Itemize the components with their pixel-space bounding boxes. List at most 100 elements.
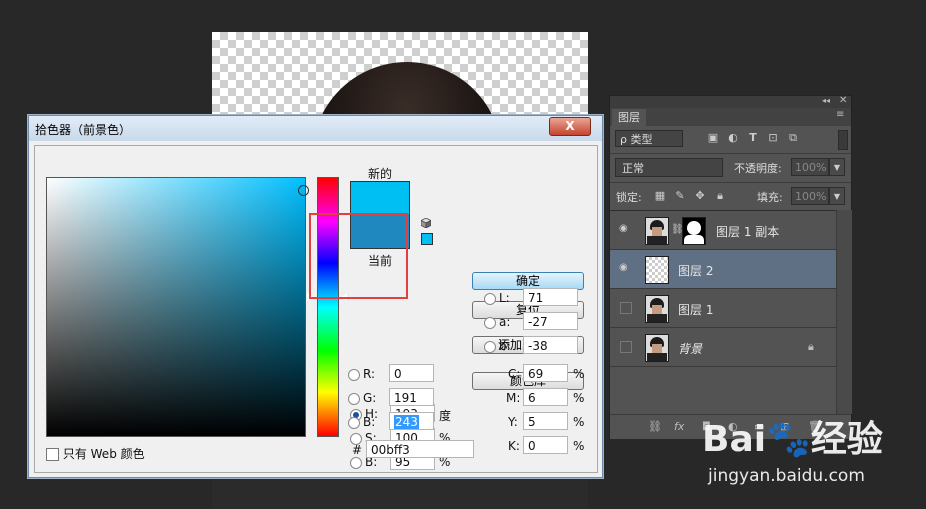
dialog-title: 拾色器（前景色） (35, 123, 132, 137)
checkbox-box[interactable] (46, 448, 59, 461)
panel-menu-icon[interactable]: ≡ (836, 109, 844, 120)
fx-icon[interactable]: fx (674, 420, 684, 433)
layer-name[interactable]: 背景 (678, 340, 702, 357)
b-channel-label: b: (499, 339, 511, 353)
tab-layers[interactable]: 图层 (612, 109, 646, 126)
layers-panel: ◂◂ ✕ 图层 ≡ ρ 类型 ▣ ◐ T ⊡ ⧉ 正常 不透明度: 100% ▼… (609, 95, 852, 439)
lock-row: 锁定: ▦ ✎ ✥ 🔒︎ 填充: 100% ▼ (610, 182, 851, 211)
adjustment-filter-icon[interactable]: ◐ (727, 132, 739, 144)
layer-mask-thumbnail[interactable] (682, 217, 706, 245)
black-input[interactable]: 0 (523, 436, 568, 454)
smart-object-filter-icon[interactable]: ⧉ (787, 132, 799, 144)
magenta-label: M: (506, 391, 521, 405)
type-filter-icon[interactable]: T (747, 132, 759, 144)
web-colors-label: 只有 Web 颜色 (62, 447, 145, 461)
red-input[interactable]: 0 (389, 364, 434, 382)
layer-row-layer1[interactable]: 图层 1 (610, 289, 836, 328)
filter-toggle[interactable] (838, 130, 848, 150)
layers-scrollbar[interactable] (836, 210, 852, 414)
fill-input[interactable]: 100% (791, 187, 829, 205)
black-label: K: (508, 439, 520, 453)
cyan-input[interactable]: 69 (523, 364, 568, 382)
layer-name[interactable]: 图层 1 (678, 301, 713, 318)
filter-row: ρ 类型 ▣ ◐ T ⊡ ⧉ (610, 126, 851, 154)
visibility-toggle[interactable] (620, 302, 632, 314)
image-filter-icon[interactable]: ▣ (707, 132, 719, 144)
hue-unit: 度 (439, 409, 452, 423)
hex-label: # (352, 443, 363, 457)
red-label: R: (363, 367, 376, 381)
lock-position-icon[interactable]: ✥ (694, 190, 706, 202)
lightness-label: L: (499, 291, 510, 305)
blue-input-selected-text: 243 (394, 415, 419, 429)
lock-pixels-icon[interactable]: ✎ (674, 190, 686, 202)
panel-header-bar[interactable]: ◂◂ ✕ (610, 95, 851, 108)
layer-thumbnail (645, 217, 669, 245)
blend-row: 正常 不透明度: 100% ▼ (610, 153, 851, 183)
layer-thumbnail (645, 334, 669, 362)
cyan-label: C: (508, 367, 521, 381)
layer-name[interactable]: 图层 2 (678, 262, 713, 279)
green-radio[interactable] (348, 393, 360, 405)
visibility-toggle[interactable] (620, 341, 632, 353)
green-input[interactable]: 191 (389, 388, 434, 406)
lock-label: 锁定: (616, 191, 642, 204)
layer-name[interactable]: 图层 1 副本 (716, 223, 779, 240)
panel-close-icon[interactable]: ✕ (839, 95, 847, 106)
opacity-label: 不透明度: (734, 162, 782, 175)
panel-tab-bar: 图层 (610, 108, 851, 126)
layer-lock-icon: 🔒︎ (808, 340, 814, 353)
fill-label: 填充: (757, 191, 783, 204)
watermark-url: jingyan.baidu.com (708, 466, 865, 486)
close-button[interactable]: X (549, 117, 591, 136)
yellow-label: Y: (508, 415, 518, 429)
b-channel-radio[interactable] (484, 341, 496, 353)
fill-dropdown-icon[interactable]: ▼ (829, 187, 845, 205)
layer-row-layer2[interactable]: ◉ 图层 2 (610, 250, 836, 289)
brightness-radio[interactable] (350, 457, 362, 469)
visibility-eye-icon[interactable]: ◉ (619, 224, 632, 234)
opacity-dropdown-icon[interactable]: ▼ (829, 158, 845, 176)
b-channel-input[interactable]: -38 (523, 336, 578, 354)
blue-label: B: (363, 415, 376, 429)
yellow-input[interactable]: 5 (523, 412, 568, 430)
dialog-titlebar[interactable]: 拾色器（前景色） X (29, 116, 602, 141)
new-color-label: 新的 (368, 167, 393, 181)
cyan-unit: % (573, 367, 585, 381)
shape-filter-icon[interactable]: ⊡ (767, 132, 779, 144)
lock-transparent-icon[interactable]: ▦ (654, 190, 666, 202)
yellow-unit: % (573, 415, 585, 429)
blue-radio[interactable] (348, 417, 360, 429)
filter-kind-select[interactable]: ρ 类型 (615, 130, 683, 147)
hex-input[interactable]: 00bff3 (366, 440, 474, 458)
layer-row-background[interactable]: 背景 🔒︎ (610, 328, 836, 367)
black-unit: % (573, 439, 585, 453)
layer-thumbnail (645, 256, 669, 284)
new-color-swatch (350, 181, 410, 215)
lightness-input[interactable]: 71 (523, 288, 578, 306)
lightness-radio[interactable] (484, 293, 496, 305)
rgb-highlight-box (309, 213, 408, 299)
color-field[interactable] (46, 177, 306, 437)
a-channel-input[interactable]: -27 (523, 312, 578, 330)
a-channel-label: a: (499, 315, 511, 329)
gamut-warning-cube-icon[interactable] (421, 218, 431, 228)
magenta-unit: % (573, 391, 585, 405)
link-layers-icon[interactable]: ⛓ (648, 420, 662, 433)
visibility-eye-icon[interactable]: ◉ (619, 263, 632, 273)
red-radio[interactable] (348, 369, 360, 381)
watermark-logo: Bai🐾经验 (702, 419, 883, 460)
color-field-marker[interactable] (298, 185, 309, 196)
blue-input[interactable]: 243 (389, 412, 434, 430)
layer-row-layer1-copy[interactable]: ◉ ⛓ 图层 1 副本 (610, 211, 836, 250)
collapse-icon[interactable]: ◂◂ (822, 96, 830, 105)
baidu-jingyan-watermark: Bai🐾经验 jingyan.baidu.com (702, 410, 922, 500)
a-channel-radio[interactable] (484, 317, 496, 329)
lock-all-icon[interactable]: 🔒︎ (714, 190, 726, 202)
web-colors-only-checkbox[interactable]: 只有 Web 颜色 (46, 445, 145, 462)
opacity-input[interactable]: 100% (791, 158, 829, 176)
blend-mode-select[interactable]: 正常 (615, 158, 723, 177)
layer-thumbnail (645, 295, 669, 323)
magenta-input[interactable]: 6 (523, 388, 568, 406)
web-safe-swatch[interactable] (421, 233, 433, 245)
